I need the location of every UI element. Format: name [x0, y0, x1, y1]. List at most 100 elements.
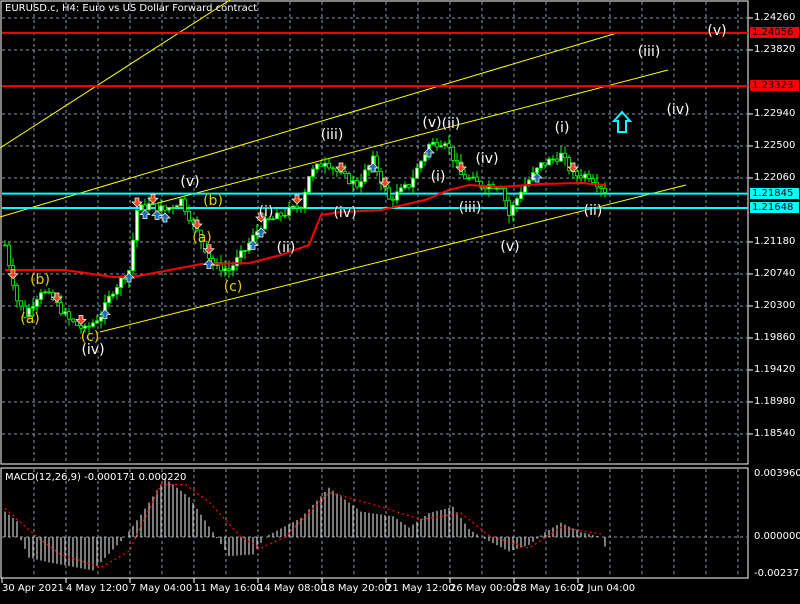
- elliott-wave-label[interactable]: (ii): [584, 203, 603, 219]
- chart-canvas[interactable]: [0, 0, 800, 600]
- candle: [131, 232, 135, 276]
- elliott-wave-label[interactable]: (iv): [666, 102, 689, 118]
- time-axis-label: 26 May 00:00: [450, 583, 519, 594]
- candle-body: [179, 198, 183, 207]
- candle-body: [507, 200, 511, 216]
- candle-body: [451, 146, 455, 161]
- elliott-wave-label[interactable]: (i): [555, 120, 570, 136]
- macd-signal-line: [4, 483, 602, 568]
- price-level-tag[interactable]: 1.23323: [750, 80, 799, 92]
- candle-body: [111, 293, 115, 297]
- candle-body: [67, 311, 71, 320]
- price-level-tag[interactable]: 1.21845: [750, 187, 799, 199]
- candle-body: [291, 205, 295, 208]
- candle-body: [455, 160, 459, 163]
- candle: [311, 165, 315, 182]
- elliott-wave-label[interactable]: (ii): [277, 240, 296, 256]
- candle: [563, 146, 567, 166]
- candle-body: [499, 187, 503, 190]
- candle: [403, 181, 407, 190]
- elliott-wave-label[interactable]: (iv): [333, 205, 356, 221]
- candle-body: [443, 143, 447, 147]
- elliott-wave-label[interactable]: (iii): [459, 200, 482, 216]
- elliott-wave-label[interactable]: (c): [81, 329, 100, 345]
- chart-window[interactable]: EURUSD.c, H4: Euro vs US Dollar Forward …: [0, 0, 800, 600]
- candle: [43, 289, 47, 295]
- candle-body: [319, 163, 323, 167]
- elliott-wave-label[interactable]: (v): [500, 239, 519, 255]
- time-axis-label: 21 May 12:00: [386, 583, 455, 594]
- elliott-wave-label[interactable]: (i): [259, 204, 274, 220]
- macd-pane-frame: [0, 467, 749, 579]
- candle-body: [167, 207, 171, 211]
- elliott-wave-label[interactable]: (iii): [638, 44, 661, 60]
- elliott-wave-label[interactable]: (b): [203, 193, 223, 209]
- candle: [531, 166, 535, 182]
- candle-body: [347, 173, 351, 185]
- candle: [455, 153, 459, 169]
- price-scale-label: 1.22060: [754, 171, 796, 183]
- candle: [175, 204, 179, 208]
- candle-body: [351, 180, 355, 185]
- price-scale-label: 1.18540: [754, 427, 796, 439]
- candle-body: [191, 219, 195, 223]
- candle: [579, 168, 583, 183]
- elliott-wave-label[interactable]: (iv): [475, 151, 498, 167]
- candle-body: [523, 184, 527, 193]
- candle: [559, 146, 563, 162]
- candle-body: [583, 173, 587, 179]
- time-axis-label: 30 Apr 2021: [2, 583, 64, 594]
- elliott-wave-label[interactable]: (b): [30, 272, 50, 288]
- candle-body: [35, 299, 39, 307]
- candle-body: [147, 203, 151, 211]
- elliott-wave-label[interactable]: (c): [224, 279, 243, 295]
- elliott-wave-label[interactable]: (a): [192, 230, 212, 246]
- candle: [387, 184, 391, 200]
- candle-body: [175, 205, 179, 208]
- candle-body: [307, 176, 311, 193]
- candle-body: [119, 277, 123, 288]
- candle: [507, 196, 511, 224]
- elliott-wave-label[interactable]: (i): [431, 169, 446, 185]
- macd-scale-label: 0.003960: [754, 468, 800, 479]
- candle-body: [295, 205, 299, 209]
- candle-body: [3, 244, 7, 247]
- price-scale-label: 1.24260: [754, 12, 796, 23]
- macd-scale-label: 0.000000: [754, 531, 800, 542]
- elliott-wave-label[interactable]: (a): [20, 311, 40, 327]
- elliott-wave-label[interactable]: (v): [422, 115, 441, 131]
- candle: [547, 156, 551, 166]
- candle-body: [363, 169, 367, 183]
- candle: [243, 249, 247, 260]
- candle: [599, 184, 603, 197]
- candle-body: [331, 167, 335, 170]
- candle-body: [519, 191, 523, 200]
- candle: [111, 291, 115, 300]
- candle: [407, 184, 411, 191]
- elliott-wave-label[interactable]: (v): [707, 23, 726, 39]
- candle: [183, 194, 187, 216]
- time-axis-label: 4 May 12:00: [66, 583, 129, 594]
- candle-body: [87, 325, 91, 328]
- elliott-wave-label[interactable]: (iii): [321, 127, 344, 143]
- candle: [435, 138, 439, 151]
- price-level-tag[interactable]: 1.21648: [750, 201, 799, 213]
- candle-body: [403, 184, 407, 189]
- price-level-tag[interactable]: 1.24056: [750, 26, 799, 38]
- candle: [171, 204, 175, 215]
- candle: [591, 174, 595, 185]
- candle-body: [591, 178, 595, 183]
- time-axis-label: 11 May 16:00: [194, 583, 263, 594]
- candle: [3, 240, 7, 247]
- macd-scale-label: -0.002375: [754, 568, 800, 579]
- candle-body: [539, 162, 543, 169]
- candle: [307, 176, 311, 193]
- candle-body: [159, 205, 163, 212]
- elliott-wave-label[interactable]: (ii): [442, 116, 461, 132]
- candle-body: [503, 187, 507, 202]
- elliott-wave-label[interactable]: (v): [180, 174, 199, 190]
- candle: [319, 160, 323, 167]
- candle: [411, 169, 415, 195]
- candle: [303, 188, 307, 214]
- candle: [395, 183, 399, 205]
